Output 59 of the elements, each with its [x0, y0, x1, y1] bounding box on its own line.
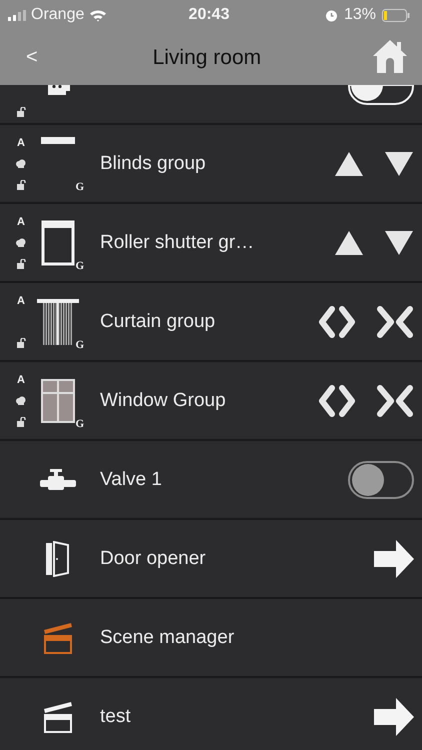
up-triangle-icon	[334, 230, 364, 256]
auto-mark: A	[17, 216, 25, 228]
down-triangle-icon	[384, 150, 414, 176]
valve-icon	[40, 468, 76, 490]
device-name: Door opener	[100, 548, 207, 570]
device-row[interactable]: A G Curtain group	[0, 283, 422, 362]
device-row[interactable]	[0, 85, 422, 125]
up-button[interactable]	[334, 150, 364, 176]
up-button[interactable]	[334, 230, 364, 256]
arrow-right-icon	[374, 540, 414, 578]
socket-icon	[46, 85, 70, 95]
down-button[interactable]	[384, 150, 414, 176]
group-mark: G	[75, 260, 84, 272]
screen-title: Living room	[152, 46, 262, 70]
group-mark: G	[75, 340, 84, 350]
go-button[interactable]	[374, 540, 414, 578]
device-row[interactable]: Door opener	[0, 520, 422, 599]
chevrons-apart-icon	[318, 384, 356, 418]
device-name: Roller shutter gr…	[100, 232, 256, 254]
chevrons-together-icon	[376, 384, 414, 418]
device-name: Scene manager	[100, 626, 236, 648]
group-mark: G	[75, 182, 84, 192]
wifi-icon	[89, 8, 108, 22]
carrier-name: Orange	[31, 6, 84, 24]
device-name: Curtain group	[100, 310, 216, 332]
blind-icon	[41, 136, 75, 144]
auto-mark: A	[17, 374, 25, 386]
signal-icon	[8, 10, 26, 20]
window-icon	[41, 378, 75, 422]
chevrons-together-icon	[376, 304, 414, 338]
open-button[interactable]	[318, 304, 356, 338]
device-name: Blinds group	[100, 152, 207, 174]
down-button[interactable]	[384, 230, 414, 256]
device-row[interactable]: Scene manager	[0, 599, 422, 678]
auto-mark: A	[17, 294, 25, 306]
battery-icon	[382, 8, 410, 22]
go-button[interactable]	[374, 698, 414, 736]
close-button[interactable]	[376, 304, 414, 338]
battery-percent: 13%	[344, 6, 376, 24]
down-triangle-icon	[384, 230, 414, 256]
device-row[interactable]: test	[0, 678, 422, 750]
up-triangle-icon	[334, 150, 364, 176]
device-row[interactable]: A G Blinds group	[0, 125, 422, 204]
clock-time: 20:43	[188, 6, 230, 24]
shutter-icon	[41, 220, 75, 266]
device-row[interactable]: A G Roller shutter gr…	[0, 204, 422, 283]
group-mark: G	[75, 418, 84, 430]
device-row[interactable]: A G Window Group	[0, 362, 422, 441]
auto-mark: A	[17, 136, 25, 148]
open-button[interactable]	[318, 384, 356, 418]
house-icon	[372, 38, 408, 74]
chevrons-apart-icon	[318, 304, 356, 338]
close-button[interactable]	[376, 384, 414, 418]
alarm-icon	[324, 8, 338, 22]
device-name: test	[100, 706, 132, 728]
arrow-right-icon	[374, 698, 414, 736]
device-name: Window Group	[100, 390, 227, 412]
device-name: Valve 1	[100, 468, 163, 490]
door-icon	[46, 540, 70, 576]
